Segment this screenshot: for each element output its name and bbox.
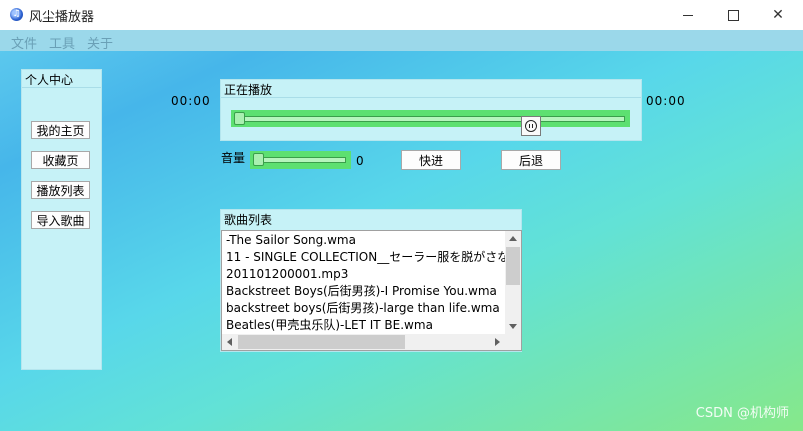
volume-slider[interactable] <box>250 151 351 169</box>
list-item[interactable]: Backstreet Boys(后街男孩)-I Promise You.wma <box>226 283 497 300</box>
horizontal-scrollbar[interactable] <box>222 334 505 350</box>
progress-groove <box>236 116 625 122</box>
progress-handle[interactable] <box>234 112 245 125</box>
song-list[interactable]: -The Sailor Song.wma 11 - SINGLE COLLECT… <box>221 230 522 351</box>
song-list-group: 歌曲列表 -The Sailor Song.wma 11 - SINGLE CO… <box>220 209 522 352</box>
now-playing-title: 正在播放 <box>224 83 273 97</box>
list-item[interactable]: backstreet boys(后街男孩)-large than life.wm… <box>226 300 500 317</box>
player-window: ♫ 风尘播放器 ✕ 文件 工具 关于 个人中心 我的主页 收藏页 播放列表 导入… <box>0 0 803 431</box>
song-list-title: 歌曲列表 <box>224 213 273 227</box>
menu-bar: 文件 工具 关于 <box>0 30 803 52</box>
volume-value: 0 <box>356 154 364 168</box>
client-area: 文件 工具 关于 个人中心 我的主页 收藏页 播放列表 导入歌曲 00:00 0… <box>0 30 803 431</box>
menu-tools[interactable]: 工具 <box>49 33 75 52</box>
vertical-scrollbar[interactable] <box>505 231 521 334</box>
pause-bar-right <box>531 124 533 128</box>
close-icon: ✕ <box>772 7 784 23</box>
my-homepage-button[interactable]: 我的主页 <box>31 121 90 139</box>
menu-about[interactable]: 关于 <box>87 33 113 52</box>
volume-label: 音量 <box>221 151 246 165</box>
scroll-corner <box>505 334 521 350</box>
favorites-button[interactable]: 收藏页 <box>31 151 90 169</box>
fast-forward-button[interactable]: 快进 <box>401 150 461 170</box>
menu-file[interactable]: 文件 <box>11 33 37 52</box>
list-item[interactable]: -The Sailor Song.wma <box>226 232 356 249</box>
volume-groove <box>255 157 346 163</box>
watermark: CSDN @机构师 <box>695 406 789 421</box>
maximize-icon <box>727 9 739 21</box>
close-button[interactable]: ✕ <box>755 0 801 30</box>
vertical-scroll-thumb[interactable] <box>506 247 520 285</box>
scroll-down-icon[interactable] <box>509 324 517 329</box>
rewind-button[interactable]: 后退 <box>501 150 561 170</box>
group-divider <box>22 87 101 88</box>
horizontal-scroll-thumb[interactable] <box>238 335 405 349</box>
list-item[interactable]: Beatles(甲壳虫乐队)-LET IT BE.wma <box>226 317 433 334</box>
personal-center-title: 个人中心 <box>25 73 74 87</box>
list-item[interactable]: 201101200001.mp3 <box>226 266 348 283</box>
music-note-icon: ♫ <box>10 8 23 21</box>
minimize-icon <box>683 14 693 16</box>
title-bar: ♫ 风尘播放器 ✕ <box>0 0 803 30</box>
now-playing-group: 正在播放 <box>220 79 642 141</box>
scroll-left-icon[interactable] <box>227 338 232 346</box>
scroll-up-icon[interactable] <box>509 236 517 241</box>
maximize-button[interactable] <box>710 0 756 30</box>
window-title: 风尘播放器 <box>29 10 95 25</box>
minimize-button[interactable] <box>665 0 711 30</box>
import-songs-button[interactable]: 导入歌曲 <box>31 211 90 229</box>
scroll-right-icon[interactable] <box>495 338 500 346</box>
list-item[interactable]: 11 - SINGLE COLLECTION__セーラー服を脱がさな <box>226 249 509 266</box>
pause-bar-left <box>528 124 530 128</box>
progress-slider[interactable] <box>231 110 630 127</box>
playlist-button[interactable]: 播放列表 <box>31 181 90 199</box>
volume-handle[interactable] <box>253 153 264 166</box>
pause-button[interactable] <box>521 116 541 136</box>
total-time: 00:00 <box>646 94 686 108</box>
pause-icon <box>525 120 537 132</box>
personal-center-group: 个人中心 我的主页 收藏页 播放列表 导入歌曲 <box>21 69 102 370</box>
elapsed-time: 00:00 <box>171 94 211 108</box>
group-divider <box>221 97 641 98</box>
